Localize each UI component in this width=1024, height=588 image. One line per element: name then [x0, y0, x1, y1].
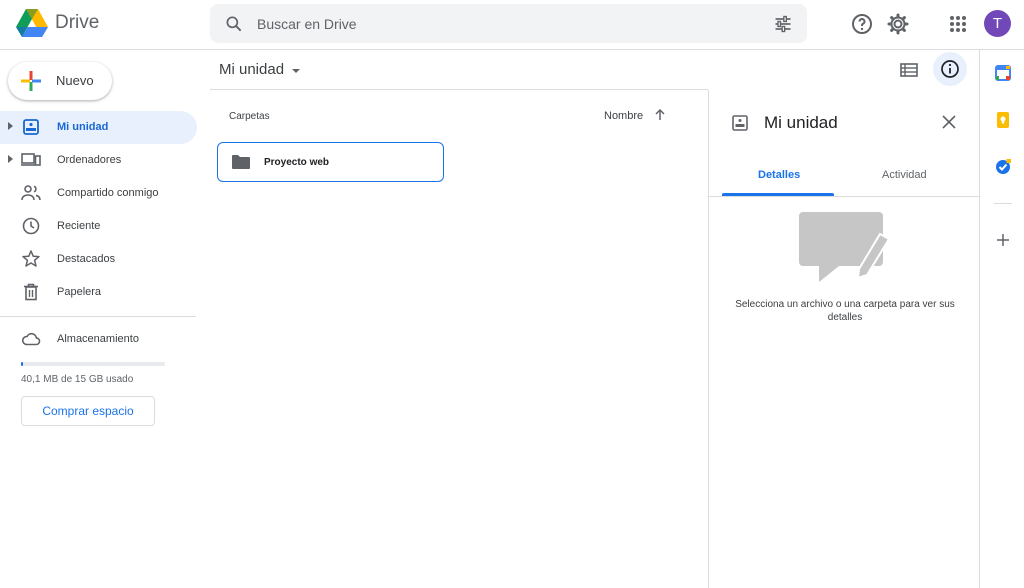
- tabs-divider: [709, 196, 980, 197]
- trash-icon: [24, 283, 38, 301]
- sidebar-item-label: Compartido conmigo: [57, 187, 159, 199]
- details-title: Mi unidad: [764, 113, 838, 132]
- sidebar-item-computers[interactable]: Ordenadores: [0, 144, 197, 177]
- page-title[interactable]: Mi unidad: [219, 61, 284, 78]
- main-content: Mi unidad Carpetas Nombre Proyecto web: [210, 50, 708, 588]
- sidebar-item-shared[interactable]: Compartido conmigo: [0, 177, 197, 210]
- folders-section-label: Carpetas: [229, 111, 270, 122]
- new-button[interactable]: Nuevo: [8, 62, 112, 100]
- apps-grid-icon[interactable]: [946, 12, 970, 36]
- sidebar-item-my-drive[interactable]: Mi unidad: [0, 111, 197, 144]
- close-icon[interactable]: [941, 114, 957, 130]
- new-button-label: Nuevo: [56, 73, 94, 88]
- search-options-icon[interactable]: [773, 14, 793, 34]
- sidebar-item-label: Destacados: [57, 253, 116, 265]
- info-icon: [941, 60, 959, 78]
- header-divider: [210, 89, 708, 90]
- sidebar-item-label: Reciente: [57, 220, 101, 232]
- sidebar-item-label: Mi unidad: [57, 121, 109, 133]
- search-icon[interactable]: [224, 14, 244, 34]
- my-drive-icon: [23, 119, 39, 135]
- clock-icon: [22, 217, 40, 235]
- storage-usage-text: 40,1 MB de 15 GB usado: [21, 374, 134, 385]
- app-brand[interactable]: Drive: [55, 12, 99, 34]
- storage-usage-bar: [21, 362, 165, 366]
- search-input[interactable]: [257, 11, 757, 37]
- sidebar-item-storage[interactable]: Almacenamiento: [0, 323, 197, 356]
- rail-divider: [994, 203, 1012, 204]
- sidebar: Nuevo Mi unidad Ordenadores Compartido c…: [0, 50, 205, 588]
- search-box[interactable]: [210, 4, 807, 43]
- storage-usage-fill: [21, 362, 23, 366]
- computers-icon: [21, 153, 41, 166]
- sidebar-item-recent[interactable]: Reciente: [0, 210, 197, 243]
- details-panel: Mi unidad Detalles Actividad Selecciona …: [708, 90, 980, 588]
- folder-icon: [232, 155, 250, 169]
- buy-storage-button[interactable]: Comprar espacio: [21, 396, 155, 426]
- top-bar: Drive Buscar en Drive T: [0, 0, 1024, 50]
- cloud-icon: [21, 332, 41, 346]
- settings-gear-icon[interactable]: [886, 12, 910, 36]
- list-view-icon[interactable]: [900, 62, 918, 78]
- expand-caret-icon[interactable]: [8, 155, 13, 163]
- shared-people-icon: [21, 185, 41, 201]
- tab-activity[interactable]: Actividad: [882, 169, 927, 181]
- empty-details-illustration: [799, 212, 891, 282]
- tasks-app-icon[interactable]: [995, 159, 1011, 175]
- plus-icon: [21, 71, 41, 91]
- sort-by-name[interactable]: Nombre: [604, 110, 643, 122]
- sidebar-item-starred[interactable]: Destacados: [0, 243, 197, 276]
- chevron-down-icon[interactable]: [292, 69, 300, 73]
- empty-details-message: Selecciona un archivo o una carpeta para…: [735, 299, 955, 323]
- folder-name: Proyecto web: [264, 157, 330, 168]
- sidebar-divider: [0, 316, 196, 317]
- sort-ascending-arrow-icon[interactable]: [653, 108, 667, 122]
- drive-logo-icon[interactable]: [16, 9, 48, 37]
- sidebar-item-label: Ordenadores: [57, 154, 122, 166]
- tab-details[interactable]: Detalles: [758, 169, 800, 181]
- help-icon[interactable]: [850, 12, 874, 36]
- details-toggle-button[interactable]: [933, 52, 967, 86]
- expand-caret-icon[interactable]: [8, 122, 13, 130]
- keep-app-icon[interactable]: [995, 112, 1011, 128]
- folder-card[interactable]: Proyecto web: [217, 142, 444, 182]
- account-avatar[interactable]: T: [984, 10, 1011, 37]
- sidebar-item-trash[interactable]: Papelera: [0, 276, 197, 309]
- my-drive-icon: [732, 115, 748, 131]
- add-app-plus-icon[interactable]: [995, 232, 1011, 248]
- star-icon: [22, 250, 40, 267]
- sidebar-item-label: Papelera: [57, 286, 102, 298]
- side-apps-rail: [979, 50, 1024, 588]
- calendar-app-icon[interactable]: [995, 65, 1011, 81]
- sidebar-item-label: Almacenamiento: [57, 333, 139, 345]
